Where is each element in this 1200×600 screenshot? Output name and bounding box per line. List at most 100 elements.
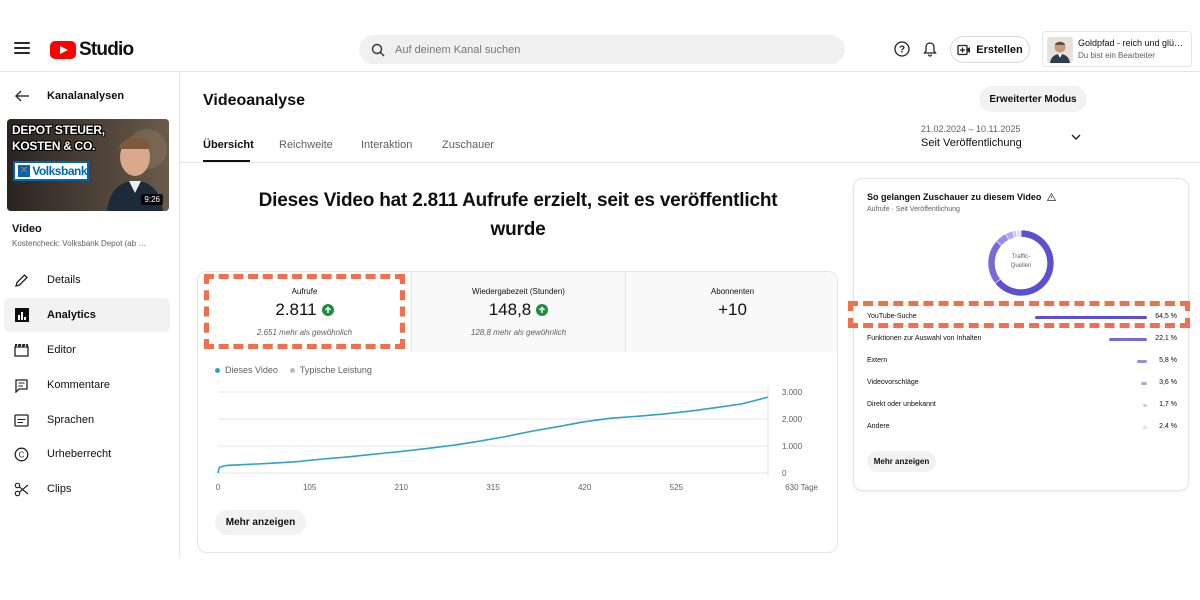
sidebar-item-label: Analytics — [47, 309, 96, 321]
traffic-source-row[interactable]: Videovorschläge 3,6 % — [867, 379, 1177, 391]
warning-icon[interactable] — [1047, 193, 1057, 201]
traffic-sources-panel: So gelangen Zuschauer zu diesem Video Au… — [853, 178, 1189, 491]
copyright-icon: C — [13, 446, 30, 463]
x-tick-label: 315 — [486, 483, 500, 492]
account-switcher[interactable]: Goldpfad - reich und glü… Du bist ein Be… — [1042, 31, 1192, 67]
help-icon[interactable]: ? — [894, 41, 910, 57]
traffic-show-more-button[interactable]: Mehr anzeigen — [867, 451, 936, 472]
traffic-source-name: Direkt oder unbekannt — [867, 401, 936, 408]
tabs-divider — [180, 162, 1200, 163]
metric-value: +10 — [718, 300, 747, 319]
traffic-source-bar — [1142, 426, 1147, 429]
create-label: Erstellen — [976, 43, 1023, 56]
traffic-source-row[interactable]: Funktionen zur Auswahl von Inhalten 22,1 … — [867, 335, 1177, 347]
metric-label: Wiedergabezeit (Stunden) — [472, 287, 565, 296]
search-icon — [371, 43, 385, 56]
comment-icon — [13, 377, 30, 394]
panel-title-row: So gelangen Zuschauer zu diesem Video — [867, 192, 1057, 202]
notification-bell-icon[interactable] — [922, 41, 938, 57]
legend-marker-typical — [289, 367, 295, 373]
panel-title: So gelangen Zuschauer zu diesem Video — [867, 192, 1042, 202]
search-bar[interactable] — [359, 35, 845, 64]
series-line-this-video — [217, 396, 769, 474]
sidebar-item-details[interactable]: Details — [4, 263, 170, 297]
menu-icon[interactable] — [14, 42, 30, 54]
traffic-source-value: 5,8 % — [1159, 357, 1177, 364]
traffic-source-row[interactable]: Extern 5,8 % — [867, 357, 1177, 369]
traffic-source-row[interactable]: Direkt oder unbekannt 1,7 % — [867, 401, 1177, 413]
chevron-down-icon[interactable] — [1070, 131, 1082, 143]
traffic-source-bar — [1140, 382, 1147, 385]
subtitles-icon — [13, 412, 30, 429]
metric-value-row: +10 — [626, 300, 837, 320]
sidebar-item-analytics[interactable]: Analytics — [4, 298, 170, 332]
tab-audience[interactable]: Zuschauer — [442, 139, 494, 151]
clapperboard-icon — [13, 342, 30, 359]
y-tick-label: 1.000 — [782, 442, 803, 451]
highlight-box-views — [204, 274, 405, 349]
analytics-icon — [13, 307, 30, 324]
donut-label-line1: Traffic- — [1011, 254, 1031, 260]
x-tick-label: 0 — [216, 483, 221, 492]
donut-label-line2: Quellen — [1010, 263, 1032, 269]
metric-subscribers[interactable]: Abonnenten +10 — [626, 272, 837, 352]
sidebar-item-clips[interactable]: Clips — [4, 472, 170, 506]
sidebar-item-label: Kommentare — [47, 379, 110, 391]
sidebar-item-languages[interactable]: Sprachen — [4, 403, 170, 437]
video-duration: 9:26 — [141, 194, 163, 205]
section-title: Kanalanalysen — [47, 90, 125, 102]
traffic-source-bar — [1143, 404, 1147, 407]
traffic-source-bar — [1108, 338, 1147, 341]
thumbnail-text-line2: KOSTEN & CO. — [12, 139, 96, 153]
metric-value-row: 148,8 — [412, 300, 625, 320]
sidebar-item-label: Sprachen — [47, 414, 95, 426]
date-range-label[interactable]: Seit Veröffentlichung — [921, 137, 1022, 149]
back-arrow-icon[interactable] — [14, 89, 30, 107]
logo-text: Studio — [79, 39, 134, 60]
top-bar: Studio ? Erstellen Goldpfad - reich und … — [0, 26, 1200, 72]
traffic-source-name: Videovorschläge — [867, 379, 919, 386]
show-more-button[interactable]: Mehr anzeigen — [215, 510, 306, 535]
traffic-source-value: 3,6 % — [1159, 379, 1177, 386]
x-tick-label: 210 — [395, 483, 409, 492]
sidebar-item-comments[interactable]: Kommentare — [4, 368, 170, 402]
x-tick-label: 525 — [670, 483, 684, 492]
x-tick-label: 630 Tage — [785, 483, 818, 492]
headline: Dieses Video hat 2.811 Aufrufe erzielt, … — [258, 190, 778, 240]
traffic-source-row[interactable]: Andere 2,4 % — [867, 423, 1177, 435]
search-input[interactable] — [395, 43, 795, 56]
donut-slice[interactable] — [1015, 229, 1022, 238]
traffic-donut-chart: Traffic- Quellen — [984, 226, 1058, 300]
trend-up-icon — [536, 304, 549, 316]
create-button[interactable]: Erstellen — [950, 36, 1030, 63]
legend-marker-this-video — [215, 367, 220, 373]
date-range[interactable]: 21.02.2024 – 10.11.2025 — [921, 124, 1020, 134]
sidebar-item-editor[interactable]: Editor — [4, 333, 170, 367]
traffic-source-name: Funktionen zur Auswahl von Inhalten — [867, 335, 982, 342]
sidebar-item-label: Urheberrecht — [47, 448, 112, 460]
sidebar-item-copyright[interactable]: C Urheberrecht — [4, 437, 170, 471]
add-video-icon — [957, 44, 971, 55]
metric-watch-time[interactable]: Wiedergabezeit (Stunden) 148,8 128,8 meh… — [412, 272, 625, 352]
video-label: Video — [12, 223, 42, 235]
volksbank-mark-icon: ✕ — [18, 165, 31, 177]
metric-comparison: 128,8 mehr als gewöhnlich — [470, 328, 567, 337]
traffic-source-name: Extern — [867, 357, 888, 364]
studio-logo[interactable]: Studio — [50, 39, 134, 61]
advanced-mode-button[interactable]: Erweiterter Modus — [979, 86, 1087, 112]
y-tick-label: 0 — [782, 469, 787, 478]
donut-center-label: Traffic- Quellen — [984, 253, 1058, 271]
tab-overview[interactable]: Übersicht — [203, 139, 254, 151]
views-line-chart: 0 1.000 2.000 3.000 0 105 210 315 420 525 630 Tage — [216, 386, 819, 492]
traffic-source-value: 2,4 % — [1159, 423, 1177, 430]
traffic-source-value: 22,1 % — [1155, 335, 1177, 342]
sidebar-item-label: Details — [47, 274, 81, 286]
video-thumbnail[interactable]: DEPOT STEUER, KOSTEN & CO. ✕ Volksbank 9… — [7, 119, 169, 211]
traffic-source-name: Andere — [867, 423, 890, 430]
page-title: Videoanalyse — [203, 92, 305, 109]
y-tick-label: 2.000 — [782, 415, 803, 424]
svg-text:?: ? — [899, 45, 905, 56]
tab-reach[interactable]: Reichweite — [279, 139, 333, 151]
tab-engagement[interactable]: Interaktion — [361, 139, 412, 151]
y-tick-label: 3.000 — [782, 388, 803, 397]
